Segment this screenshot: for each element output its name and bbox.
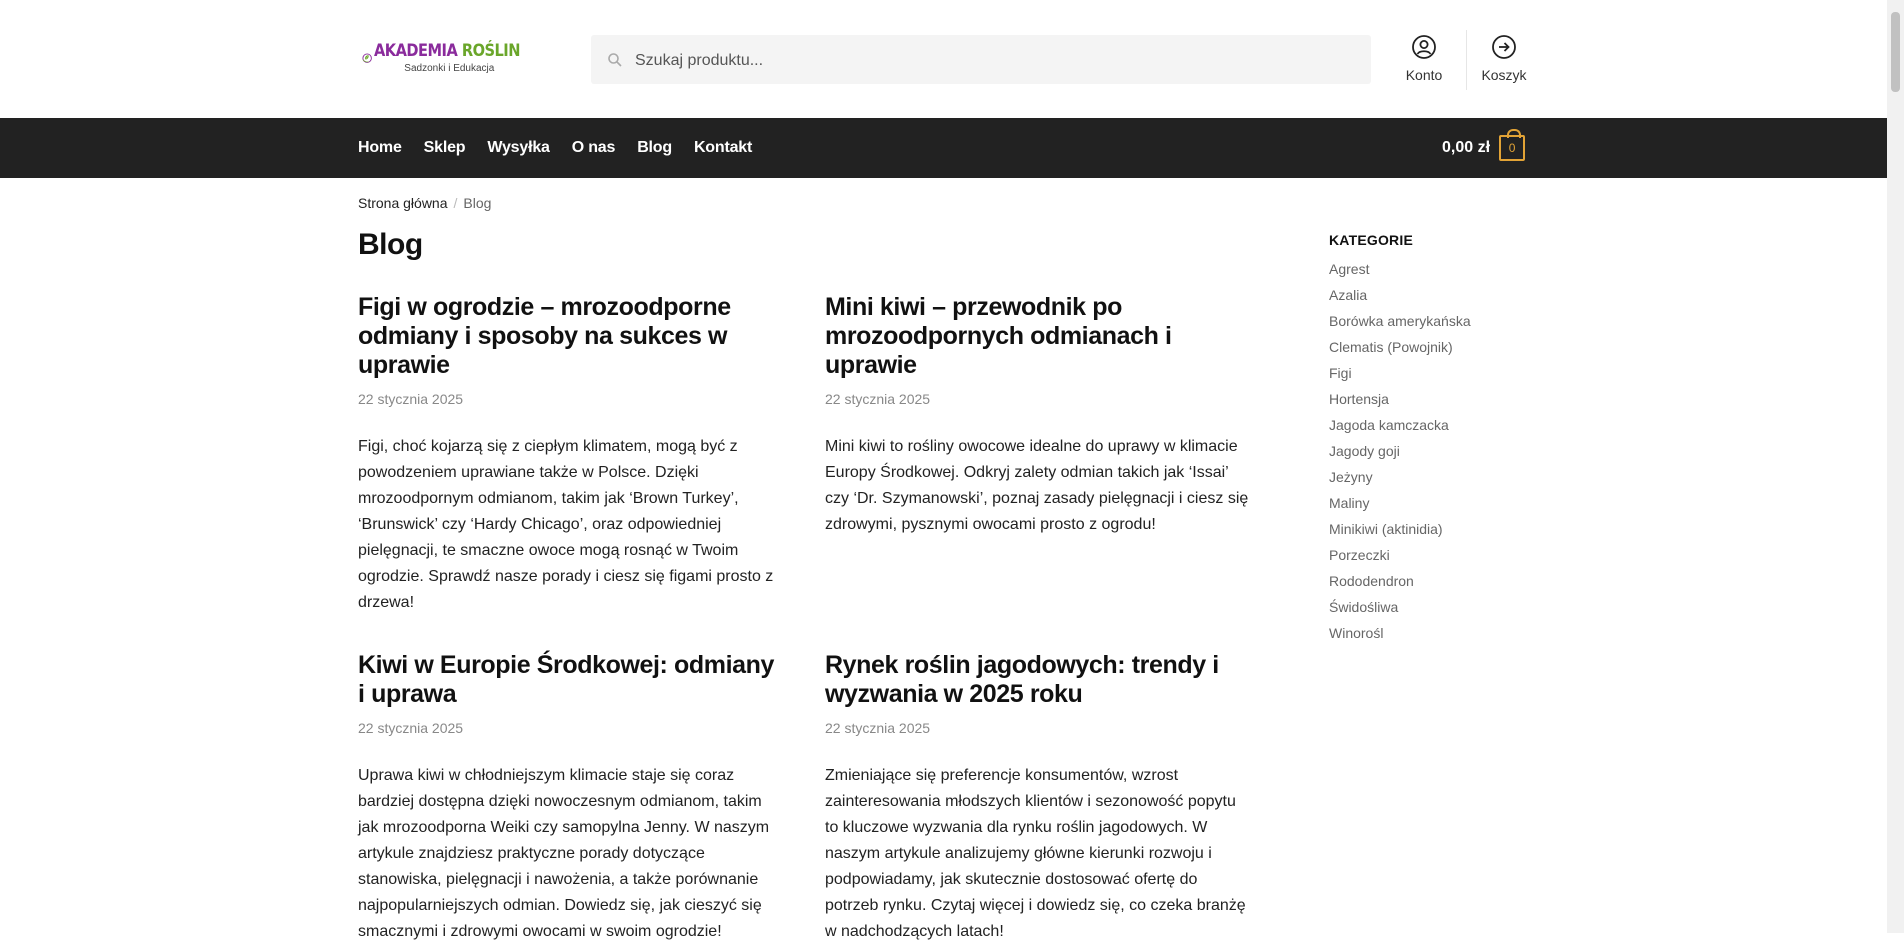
category-link[interactable]: Winorośl: [1329, 624, 1529, 650]
search-box: [591, 35, 1371, 86]
arrow-right-circle-icon: [1492, 35, 1516, 59]
category-link[interactable]: Jagody goji: [1329, 442, 1529, 468]
nav-item-shop[interactable]: Sklep: [424, 139, 466, 157]
post-title[interactable]: Kiwi w Europie Środkowej: odmiany i upra…: [358, 651, 778, 709]
post-excerpt: Zmieniające się preferencje konsumentów,…: [825, 767, 1246, 940]
breadcrumb: Strona główna / Blog: [358, 195, 491, 211]
scrollbar-thumb[interactable]: [1891, 12, 1900, 92]
post-title[interactable]: Figi w ogrodzie – mrozoodporne odmiany i…: [358, 293, 778, 380]
category-link[interactable]: Świdośliwa: [1329, 598, 1529, 624]
page-title: Blog: [358, 228, 423, 261]
post-date[interactable]: 22 stycznia 2025: [825, 391, 1250, 407]
brand-tagline: Sadzonki i Edukacja: [404, 62, 495, 74]
shopping-bag-icon: 0: [1499, 129, 1526, 161]
cart-header-button[interactable]: Koszyk: [1469, 34, 1539, 83]
search-icon: [608, 53, 622, 67]
post-title[interactable]: Rynek roślin jagodowych: trendy i wyzwan…: [825, 651, 1225, 709]
category-link[interactable]: Maliny: [1329, 494, 1529, 520]
post-title[interactable]: Mini kiwi – przewodnik po mrozoodpornych…: [825, 293, 1215, 380]
header-divider: [1466, 30, 1467, 90]
category-link[interactable]: Rododendron: [1329, 572, 1529, 598]
cart-header-label: Koszyk: [1481, 67, 1527, 83]
category-link[interactable]: Minikiwi (aktinidia): [1329, 520, 1529, 546]
post-date[interactable]: 22 stycznia 2025: [825, 720, 1250, 736]
brand-name: AKADEMIA ROŚLIN: [374, 40, 521, 61]
post-date[interactable]: 22 stycznia 2025: [358, 720, 778, 736]
nav-item-about[interactable]: O nas: [572, 139, 616, 157]
post-card: Mini kiwi – przewodnik po mrozoodpornych…: [825, 293, 1250, 538]
category-link[interactable]: Clematis (Powojnik): [1329, 338, 1529, 364]
nav-item-contact[interactable]: Kontakt: [694, 139, 752, 157]
account-button[interactable]: Konto: [1389, 34, 1459, 83]
category-link[interactable]: Borówka amerykańska: [1329, 312, 1529, 338]
post-card: Figi w ogrodzie – mrozoodporne odmiany i…: [358, 293, 778, 616]
post-card: Kiwi w Europie Środkowej: odmiany i upra…: [358, 651, 778, 945]
scrollbar[interactable]: [1887, 0, 1904, 933]
breadcrumb-home[interactable]: Strona główna: [358, 195, 448, 211]
category-link[interactable]: Agrest: [1329, 260, 1529, 286]
breadcrumb-current: Blog: [463, 195, 492, 211]
site-header: AKADEMIA ROŚLIN Sadzonki i Edukacja Kont…: [0, 0, 1887, 118]
category-link[interactable]: Jeżyny: [1329, 468, 1529, 494]
nav-item-blog[interactable]: Blog: [637, 139, 672, 157]
categories-title: KATEGORIE: [1329, 232, 1413, 248]
breadcrumb-separator: /: [453, 195, 458, 211]
nav-item-shipping[interactable]: Wysyłka: [487, 139, 550, 157]
category-link[interactable]: Porzeczki: [1329, 546, 1529, 572]
category-link[interactable]: Azalia: [1329, 286, 1529, 312]
site-logo[interactable]: AKADEMIA ROŚLIN Sadzonki i Edukacja: [362, 32, 544, 84]
account-label: Konto: [1405, 67, 1443, 83]
mini-cart[interactable]: 0,00 zł 0: [1442, 118, 1526, 178]
search-input[interactable]: [633, 35, 1357, 86]
post-card: Rynek roślin jagodowych: trendy i wyzwan…: [825, 651, 1250, 945]
user-icon: [1412, 35, 1436, 59]
post-excerpt: Uprawa kiwi w chłodniejszym klimacie sta…: [358, 767, 770, 940]
post-date[interactable]: 22 stycznia 2025: [358, 391, 778, 407]
post-excerpt: Figi, choć kojarzą się z ciepłym klimate…: [358, 438, 774, 611]
category-link[interactable]: Figi: [1329, 364, 1529, 390]
cart-total: 0,00 zł: [1442, 139, 1491, 156]
nav-item-home[interactable]: Home: [358, 139, 402, 157]
cart-count: 0: [1508, 141, 1516, 155]
category-link[interactable]: Hortensja: [1329, 390, 1529, 416]
main-navigation: Home Sklep Wysyłka O nas Blog Kontakt 0,…: [0, 118, 1887, 178]
post-excerpt: Mini kiwi to rośliny owocowe idealne do …: [825, 438, 1249, 533]
leaf-logo-icon: [362, 53, 372, 63]
categories-widget: KATEGORIE Agrest Azalia Borówka amerykań…: [1329, 232, 1529, 650]
category-link[interactable]: Jagoda kamczacka: [1329, 416, 1529, 442]
